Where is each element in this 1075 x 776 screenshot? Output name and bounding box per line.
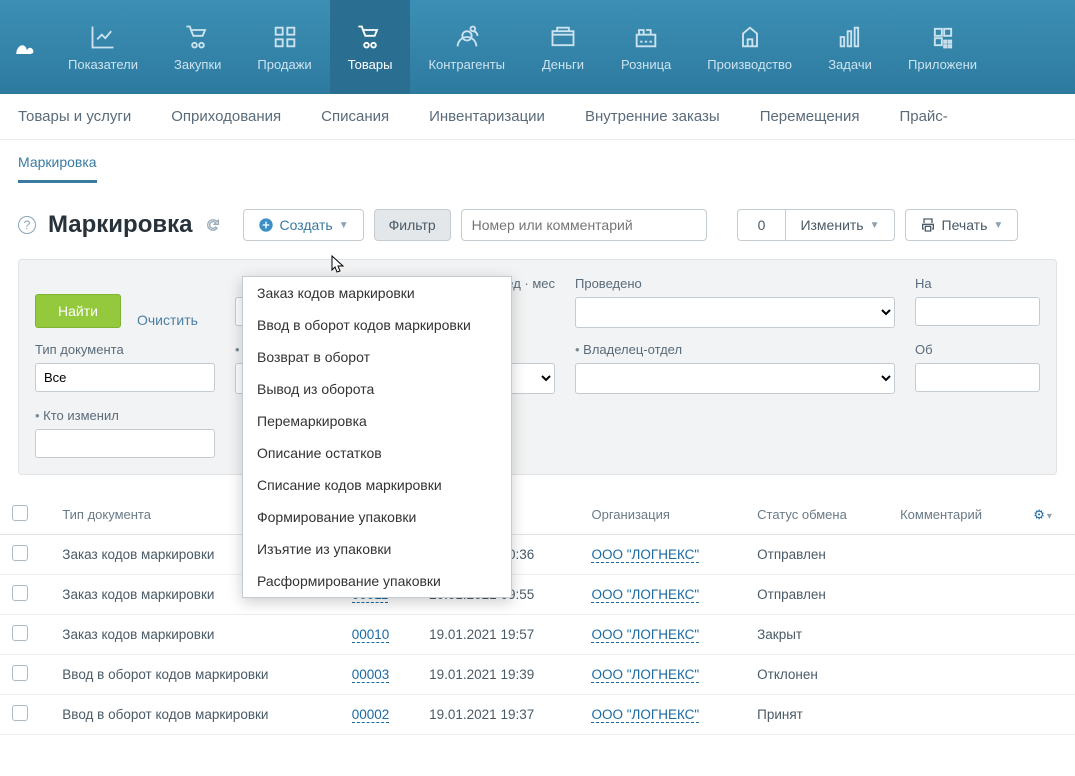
subnav-item[interactable]: Списания bbox=[321, 108, 389, 125]
cell-org[interactable]: ООО "ЛОГНЕКС" bbox=[579, 535, 745, 575]
top-nav: ПоказателиЗакупкиПродажиТоварыКонтрагент… bbox=[0, 0, 1075, 94]
create-menu-item[interactable]: Изъятие из упаковки bbox=[243, 533, 511, 565]
create-button[interactable]: Создать ▼ bbox=[243, 209, 364, 241]
topnav-розница[interactable]: Розница bbox=[603, 0, 689, 94]
topnav-продажи[interactable]: Продажи bbox=[239, 0, 329, 94]
cell-org[interactable]: ООО "ЛОГНЕКС" bbox=[579, 615, 745, 655]
filter-button[interactable]: Фильтр bbox=[374, 209, 451, 241]
subnav-item[interactable]: Оприходования bbox=[171, 108, 281, 125]
th[interactable] bbox=[0, 495, 50, 535]
table-row[interactable]: Заказ кодов маркировки 00012 20.01.2021 … bbox=[0, 535, 1075, 575]
owner-select[interactable] bbox=[575, 363, 895, 394]
cell-type: Ввод в оборот кодов маркировки bbox=[50, 655, 339, 695]
sub-nav: Товары и услуги Оприходования Списания Инве… bbox=[0, 94, 1075, 140]
cell-type: Ввод в оборот кодов маркировки bbox=[50, 695, 339, 735]
na-label: На bbox=[915, 276, 1040, 291]
cell-status: Отправлен bbox=[745, 575, 888, 615]
count-badge: 0 bbox=[737, 209, 787, 241]
plus-icon bbox=[258, 217, 274, 233]
na-input[interactable] bbox=[915, 297, 1040, 326]
topnav-показатели[interactable]: Показатели bbox=[50, 0, 156, 94]
cell-status: Закрыт bbox=[745, 615, 888, 655]
topnav-производство[interactable]: Производство bbox=[689, 0, 810, 94]
cell-type: Заказ кодов маркировки bbox=[50, 615, 339, 655]
doc-type-label: Тип документа bbox=[35, 342, 215, 357]
create-menu-item[interactable]: Вывод из оборота bbox=[243, 373, 511, 405]
table-row[interactable]: Заказ кодов маркировки 00010 19.01.2021 … bbox=[0, 615, 1075, 655]
page-title: Маркировка bbox=[48, 211, 193, 239]
cell-org[interactable]: ООО "ЛОГНЕКС" bbox=[579, 655, 745, 695]
cell-num[interactable]: 00003 bbox=[340, 655, 417, 695]
filter-panel: Найти Очистить т · нед · мес – Проведено… bbox=[18, 259, 1057, 475]
print-button[interactable]: Печать ▼ bbox=[905, 209, 1019, 241]
topnav-приложени[interactable]: Приложени bbox=[890, 0, 995, 94]
who-changed-input[interactable] bbox=[35, 429, 215, 458]
cell-time: 19.01.2021 19:57 bbox=[417, 615, 579, 655]
create-menu-item[interactable]: Ввод в оборот кодов маркировки bbox=[243, 309, 511, 341]
cell-status: Отправлен bbox=[745, 535, 888, 575]
provedeno-select[interactable] bbox=[575, 297, 895, 328]
app-logo[interactable] bbox=[0, 0, 50, 94]
toolbar: Создать ▼ Фильтр 0 Изменить ▼ Печать ▼ bbox=[243, 209, 1019, 241]
help-icon[interactable]: ? bbox=[18, 216, 36, 234]
table-header-row: Тип документа№ВремяОрганизацияСтатус обм… bbox=[0, 495, 1075, 535]
cell-time: 19.01.2021 19:37 bbox=[417, 695, 579, 735]
refresh-icon[interactable] bbox=[205, 217, 221, 233]
table-row[interactable]: Заказ кодов маркировки 00011 20.01.2021 … bbox=[0, 575, 1075, 615]
doc-type-input[interactable] bbox=[35, 363, 215, 392]
table-row[interactable]: Ввод в оборот кодов маркировки 00003 19.… bbox=[0, 655, 1075, 695]
cell-status: Отклонен bbox=[745, 655, 888, 695]
page-header: ? Маркировка Создать ▼ Фильтр 0 Изменить… bbox=[0, 183, 1075, 259]
row-checkbox[interactable] bbox=[12, 625, 28, 641]
who-changed-label: Кто изменил bbox=[35, 408, 215, 423]
tab-marking[interactable]: Маркировка bbox=[18, 154, 97, 183]
ob-input[interactable] bbox=[915, 363, 1040, 392]
search-input[interactable] bbox=[461, 209, 707, 241]
create-menu-item[interactable]: Списание кодов маркировки bbox=[243, 469, 511, 501]
topnav-деньги[interactable]: Деньги bbox=[523, 0, 603, 94]
subnav-item[interactable]: Прайс- bbox=[899, 108, 947, 125]
topnav-товары[interactable]: Товары bbox=[330, 0, 411, 94]
owner-label: Владелец-отдел bbox=[575, 342, 895, 357]
create-menu-item[interactable]: Перемаркировка bbox=[243, 405, 511, 437]
find-button[interactable]: Найти bbox=[35, 294, 121, 328]
create-menu-item[interactable]: Заказ кодов маркировки bbox=[243, 277, 511, 309]
subnav-item[interactable]: Перемещения bbox=[760, 108, 860, 125]
create-menu-item[interactable]: Описание остатков bbox=[243, 437, 511, 469]
topnav-контрагенты[interactable]: Контрагенты bbox=[410, 0, 523, 94]
checkbox-all[interactable] bbox=[12, 505, 28, 521]
data-table: Тип документа№ВремяОрганизацияСтатус обм… bbox=[0, 495, 1075, 735]
cell-org[interactable]: ООО "ЛОГНЕКС" bbox=[579, 695, 745, 735]
chevron-down-icon: ▼ bbox=[339, 220, 349, 231]
create-menu-item[interactable]: Возврат в оборот bbox=[243, 341, 511, 373]
tab-row: Маркировка bbox=[0, 140, 1075, 183]
table-row[interactable]: Ввод в оборот кодов маркировки 00002 19.… bbox=[0, 695, 1075, 735]
subnav-item[interactable]: Товары и услуги bbox=[18, 108, 131, 125]
ob-label: Об bbox=[915, 342, 1040, 357]
topnav-задачи[interactable]: Задачи bbox=[810, 0, 890, 94]
create-dropdown: Заказ кодов маркировкиВвод в оборот кодо… bbox=[242, 276, 512, 598]
create-menu-item[interactable]: Расформирование упаковки bbox=[243, 565, 511, 597]
th[interactable]: Организация bbox=[579, 495, 745, 535]
row-checkbox[interactable] bbox=[12, 585, 28, 601]
gear-icon[interactable]: ⚙ bbox=[1033, 507, 1045, 522]
provedeno-label: Проведено bbox=[575, 276, 895, 291]
cell-time: 19.01.2021 19:39 bbox=[417, 655, 579, 695]
cell-org[interactable]: ООО "ЛОГНЕКС" bbox=[579, 575, 745, 615]
clear-button[interactable]: Очистить bbox=[137, 312, 198, 328]
print-icon bbox=[920, 217, 936, 233]
subnav-item[interactable]: Внутренние заказы bbox=[585, 108, 720, 125]
th[interactable]: Комментарий bbox=[888, 495, 1021, 535]
cell-num[interactable]: 00002 bbox=[340, 695, 417, 735]
create-menu-item[interactable]: Формирование упаковки bbox=[243, 501, 511, 533]
th[interactable]: Статус обмена bbox=[745, 495, 888, 535]
cell-num[interactable]: 00010 bbox=[340, 615, 417, 655]
subnav-item[interactable]: Инвентаризации bbox=[429, 108, 545, 125]
topnav-закупки[interactable]: Закупки bbox=[156, 0, 239, 94]
row-checkbox[interactable] bbox=[12, 545, 28, 561]
cell-status: Принят bbox=[745, 695, 888, 735]
row-checkbox[interactable] bbox=[12, 665, 28, 681]
row-checkbox[interactable] bbox=[12, 705, 28, 721]
change-button[interactable]: Изменить ▼ bbox=[785, 209, 894, 241]
